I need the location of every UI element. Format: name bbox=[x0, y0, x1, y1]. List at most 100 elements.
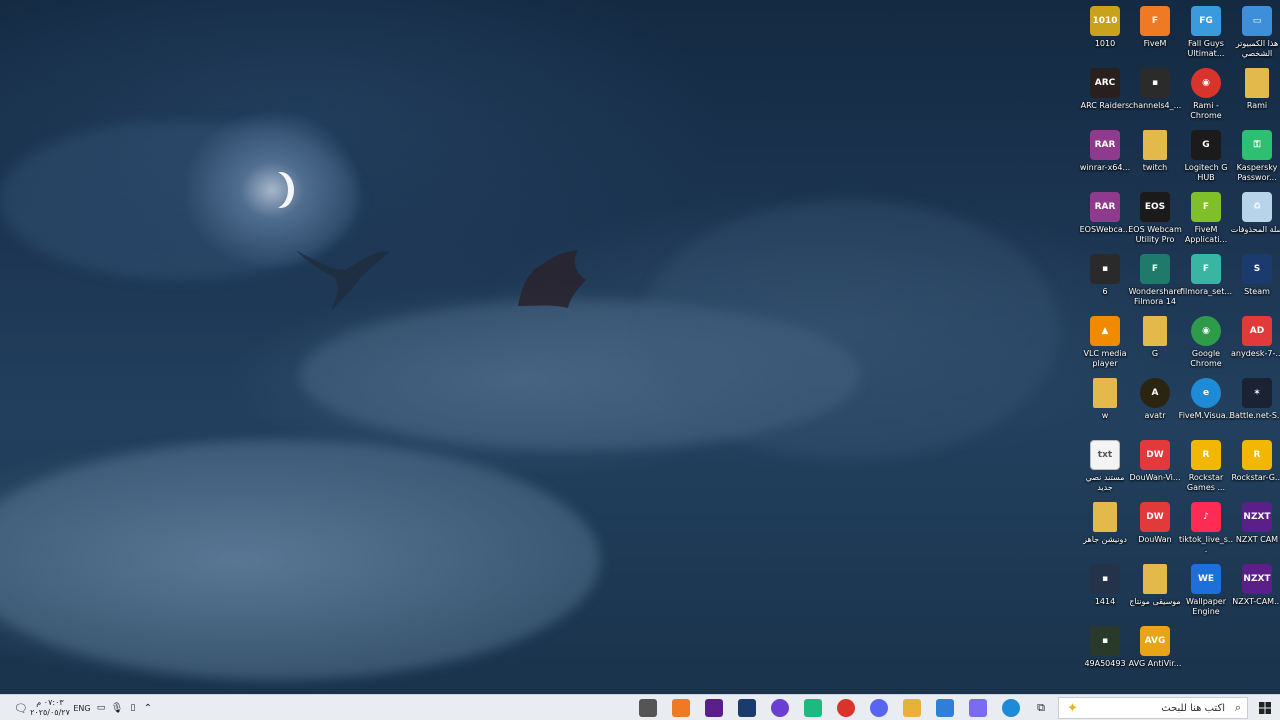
desktop-icon[interactable]: RAR EOSWebca... bbox=[1080, 192, 1130, 254]
copilot-icon bbox=[969, 699, 987, 717]
desktop-icon[interactable]: Ffilmora_set... bbox=[1180, 254, 1232, 316]
folder-icon bbox=[1245, 68, 1269, 98]
task-view-button[interactable]: ⧉ bbox=[1032, 698, 1050, 718]
chrome-icon: ◉ bbox=[1191, 316, 1221, 346]
taskbar-app-microsoft-store[interactable] bbox=[935, 698, 955, 718]
taskbar-app-copilot[interactable] bbox=[968, 698, 988, 718]
desktop-icon[interactable]: Rami bbox=[1232, 68, 1280, 130]
battery-icon[interactable]: ▯ bbox=[126, 698, 140, 718]
taskbar-app-edge[interactable] bbox=[1001, 698, 1021, 718]
desktop-icon[interactable]: 1010 1010 bbox=[1080, 6, 1130, 68]
clock[interactable]: ٠٧:٠٣ م ٢٠٢٥/٠٥/٢٧ bbox=[30, 698, 70, 718]
steam-icon: S bbox=[1242, 254, 1272, 284]
desktop-icon[interactable]: twitch bbox=[1130, 130, 1180, 192]
desktop-icon[interactable]: NZXT NZXT-CAM... bbox=[1232, 564, 1280, 626]
desktop-icon[interactable]: ▪ 49A50493 bbox=[1080, 626, 1130, 688]
dragon-silhouette bbox=[518, 250, 586, 308]
desktop-icon-label: EOSWebca... bbox=[1079, 225, 1131, 234]
desktop-icon[interactable]: EOS EOS Webcam Utility Pro bbox=[1128, 192, 1182, 254]
desktop-icon-label: FiveM.Visua... bbox=[1178, 411, 1234, 420]
desktop-icon[interactable]: موسيقى مونتاج bbox=[1129, 564, 1181, 626]
taskbar-app-fivem[interactable] bbox=[671, 698, 691, 718]
desktop-icon[interactable]: ♻ سلة المحذوفات bbox=[1231, 192, 1280, 254]
rockstar-icon: R bbox=[1242, 440, 1272, 470]
desktop-icon[interactable]: ◉ Rami - Chrome bbox=[1181, 68, 1231, 130]
taskbar-app-task-view[interactable] bbox=[638, 698, 658, 718]
desktop-icon-label: ARC Raiders bbox=[1080, 101, 1130, 110]
recycle-bin-icon: ♻ bbox=[1242, 192, 1272, 222]
anydesk-icon: AD bbox=[1242, 316, 1272, 346]
windows-logo-icon bbox=[1259, 702, 1271, 714]
desktop-icon[interactable]: ◉ Google Chrome bbox=[1181, 316, 1231, 378]
taskbar-app-steam[interactable] bbox=[737, 698, 757, 718]
desktop-icon[interactable]: G bbox=[1130, 316, 1180, 378]
desktop-icon[interactable]: دونيشن جاهز bbox=[1080, 502, 1130, 564]
desktop-icon[interactable]: R Rockstar-G... bbox=[1231, 440, 1280, 502]
desktop-icon[interactable]: RAR winrar-x64... bbox=[1080, 130, 1130, 192]
taskbar-app-chrome-profile[interactable] bbox=[836, 698, 856, 718]
notification-center-button[interactable]: 🗨 bbox=[14, 698, 28, 718]
desktop-icon[interactable]: ⚿ Kaspersky Passwor... bbox=[1232, 130, 1280, 192]
eos-webcam-icon: EOS bbox=[1140, 192, 1170, 222]
desktop-icon[interactable]: AD anydesk-7-... bbox=[1231, 316, 1280, 378]
desktop-icon[interactable]: AVG AVG AntiVir... bbox=[1129, 626, 1181, 688]
desktop-icon-label: Rami - Chrome bbox=[1190, 101, 1222, 120]
desktop-icon[interactable]: ▪ channels4_... bbox=[1129, 68, 1181, 130]
chrome-icon: ◉ bbox=[1191, 68, 1221, 98]
desktop-icon[interactable]: FG Fall Guys Ultimat... bbox=[1181, 6, 1231, 68]
desktop-icon[interactable]: G Logitech G HUB bbox=[1181, 130, 1231, 192]
desktop-icon[interactable]: txt مستند نصي جديد bbox=[1080, 440, 1130, 502]
show-hidden-icons-button[interactable]: ⌃ bbox=[142, 698, 154, 718]
desktop-icon-label: 1414 bbox=[1094, 597, 1116, 606]
desktop-icon-label: w bbox=[1101, 411, 1109, 420]
desktop-icon-label: Google Chrome bbox=[1190, 349, 1222, 368]
taskbar-app-green-app[interactable] bbox=[803, 698, 823, 718]
desktop-icon[interactable]: F FiveM Applicati... bbox=[1181, 192, 1231, 254]
desktop-icon[interactable]: S Steam bbox=[1232, 254, 1280, 316]
desktop-icon[interactable]: F Wondershare Filmora 14 bbox=[1129, 254, 1181, 316]
desktop-icon[interactable]: Aavatr bbox=[1130, 378, 1180, 440]
search-icon: ⌕ bbox=[1234, 701, 1241, 714]
desktop-icon[interactable]: ▪ 6 bbox=[1080, 254, 1130, 316]
desktop-icon[interactable]: DW DouWan bbox=[1130, 502, 1180, 564]
rockstar-icon: R bbox=[1191, 440, 1221, 470]
desktop-icon[interactable]: R Rockstar Games ... bbox=[1181, 440, 1231, 502]
filmora-icon: F bbox=[1140, 254, 1170, 284]
desktop-icon[interactable]: ▪ 1414 bbox=[1080, 564, 1130, 626]
desktop-icon[interactable]: ARC ARC Raiders bbox=[1080, 68, 1130, 130]
desktop-icon[interactable]: ▲ VLC media player bbox=[1080, 316, 1130, 378]
desktop-icon[interactable]: WE Wallpaper Engine bbox=[1181, 564, 1231, 626]
discord-icon bbox=[870, 699, 888, 717]
windows-start-button[interactable] bbox=[1254, 698, 1276, 718]
taskbar-app-nzxt-cam[interactable] bbox=[704, 698, 724, 718]
wallpaper-cloud bbox=[0, 440, 600, 680]
moon-icon bbox=[262, 172, 288, 208]
desktop-icon-label: مستند نصي جديد bbox=[1085, 473, 1125, 492]
tiktok-icon: ♪ bbox=[1191, 502, 1221, 532]
taskbar-app-file-explorer[interactable] bbox=[902, 698, 922, 718]
image-file-icon: ▪ bbox=[1140, 68, 1170, 98]
desktop-icon-label: Kaspersky Passwor... bbox=[1236, 163, 1278, 182]
computer-icon: ▭ bbox=[1242, 6, 1272, 36]
network-icon[interactable]: ▭ bbox=[94, 698, 108, 718]
avatr-icon: A bbox=[1140, 378, 1170, 408]
search-box[interactable]: ⌕ اكتب هنا للبحث ✦ bbox=[1058, 697, 1248, 719]
taskbar-app-ring-app[interactable] bbox=[770, 698, 790, 718]
language-indicator[interactable]: ENG bbox=[70, 698, 94, 718]
desktop-icon[interactable]: w bbox=[1080, 378, 1130, 440]
desktop-icon[interactable]: F FiveM bbox=[1130, 6, 1180, 68]
dragon-silhouette bbox=[295, 250, 390, 312]
desktop-icon[interactable]: ✶ Battle.net-S... bbox=[1229, 378, 1280, 440]
desktop-icon[interactable]: ♪ tiktok_live_s... bbox=[1178, 502, 1233, 564]
game-box-icon: 1010 bbox=[1090, 6, 1120, 36]
desktop-icon[interactable]: NZXT NZXT CAM bbox=[1232, 502, 1280, 564]
desktop-icon-label: tiktok_live_s... bbox=[1178, 535, 1233, 554]
desktop-icon-label: FiveM Applicati... bbox=[1184, 225, 1228, 244]
desktop-icon-label: G bbox=[1151, 349, 1159, 358]
microphone-icon[interactable]: 🎙 bbox=[111, 698, 124, 718]
desktop-icon[interactable]: e FiveM.Visua... bbox=[1178, 378, 1234, 440]
taskbar-app-discord[interactable] bbox=[869, 698, 889, 718]
desktop-icon[interactable]: ▭ هذا الكمبيوتر الشخصي bbox=[1232, 6, 1280, 68]
desktop-icon[interactable]: DW DouWan-Vi... bbox=[1129, 440, 1181, 502]
steam-icon bbox=[738, 699, 756, 717]
